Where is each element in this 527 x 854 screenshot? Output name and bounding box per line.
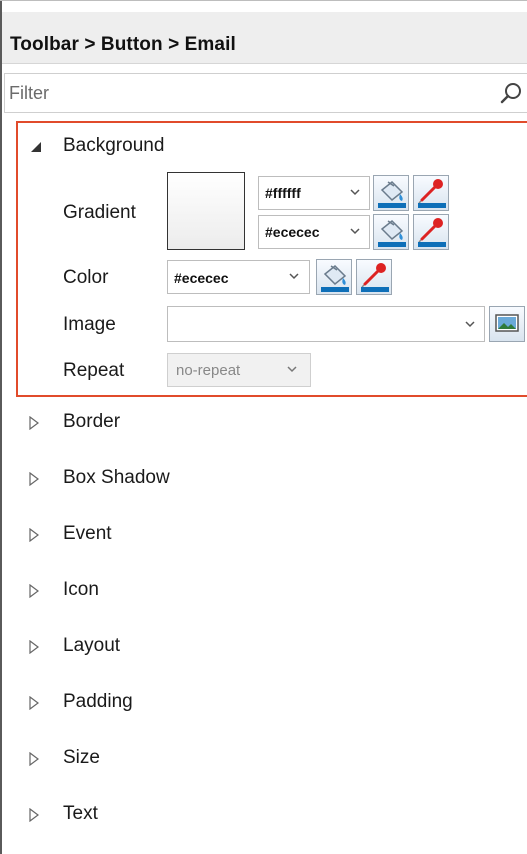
color-picker-button[interactable] — [356, 259, 392, 295]
section-layout[interactable]: Layout — [0, 622, 527, 678]
gradient-start-picker-button[interactable] — [413, 175, 449, 211]
repeat-label: Repeat — [63, 360, 125, 381]
section-size[interactable]: Size — [0, 734, 527, 790]
chevron-down-icon — [350, 228, 360, 235]
chevron-down-icon — [465, 321, 475, 328]
color-select[interactable]: #ececec — [167, 260, 310, 294]
image-icon — [495, 314, 519, 332]
repeat-value: no-repeat — [176, 362, 241, 379]
triangle-right-icon — [29, 752, 39, 766]
chevron-down-icon — [350, 189, 360, 196]
eyedropper-icon — [418, 218, 446, 247]
triangle-down-icon[interactable] — [30, 141, 42, 153]
eyedropper-icon — [418, 179, 446, 208]
color-value: #ececec — [174, 270, 229, 286]
gradient-end-select[interactable]: #ececec — [258, 215, 370, 249]
section-label: Event — [63, 523, 112, 544]
filter-box — [4, 73, 527, 113]
background-section-title[interactable]: Background — [63, 135, 164, 157]
section-label: Border — [63, 411, 121, 432]
section-padding[interactable]: Padding — [0, 678, 527, 734]
gradient-end-picker-button[interactable] — [413, 214, 449, 250]
gradient-start-select[interactable]: #ffffff — [258, 176, 370, 210]
section-label: Text — [63, 803, 98, 824]
section-box-shadow[interactable]: Box Shadow — [0, 454, 527, 510]
triangle-right-icon — [29, 640, 39, 654]
paint-bucket-icon — [378, 219, 406, 247]
gradient-end-value: #ececec — [265, 224, 320, 240]
gradient-start-fill-button[interactable] — [373, 175, 409, 211]
section-event[interactable]: Event — [0, 510, 527, 566]
section-label: Layout — [63, 635, 121, 656]
section-border[interactable]: Border — [0, 398, 527, 454]
color-fill-button[interactable] — [316, 259, 352, 295]
search-icon[interactable] — [499, 81, 523, 105]
section-label: Box Shadow — [63, 467, 170, 488]
section-label: Icon — [63, 579, 99, 600]
breadcrumb: Toolbar > Button > Email — [10, 34, 236, 55]
paint-bucket-icon — [378, 180, 406, 208]
triangle-right-icon — [29, 416, 39, 430]
repeat-select[interactable]: no-repeat — [167, 353, 311, 387]
triangle-right-icon — [29, 808, 39, 822]
triangle-right-icon — [29, 528, 39, 542]
image-browse-button[interactable] — [489, 306, 525, 342]
triangle-right-icon — [29, 472, 39, 486]
section-label: Padding — [63, 691, 133, 712]
chevron-down-icon — [289, 273, 299, 280]
color-label: Color — [63, 267, 109, 288]
section-text[interactable]: Text — [0, 790, 527, 846]
gradient-end-fill-button[interactable] — [373, 214, 409, 250]
triangle-right-icon — [29, 696, 39, 710]
top-divider — [0, 0, 527, 1]
gradient-preview — [167, 172, 245, 250]
gradient-start-value: #ffffff — [265, 185, 301, 201]
chevron-down-icon — [287, 366, 297, 373]
panel-header: Toolbar > Button > Email — [2, 12, 527, 64]
paint-bucket-icon — [321, 264, 349, 292]
section-icon[interactable]: Icon — [0, 566, 527, 622]
triangle-right-icon — [29, 584, 39, 598]
gradient-label: Gradient — [63, 202, 136, 223]
eyedropper-icon — [361, 263, 389, 292]
section-label: Size — [63, 747, 100, 768]
image-select[interactable] — [167, 306, 485, 342]
image-label: Image — [63, 314, 116, 335]
filter-input[interactable] — [9, 80, 479, 106]
